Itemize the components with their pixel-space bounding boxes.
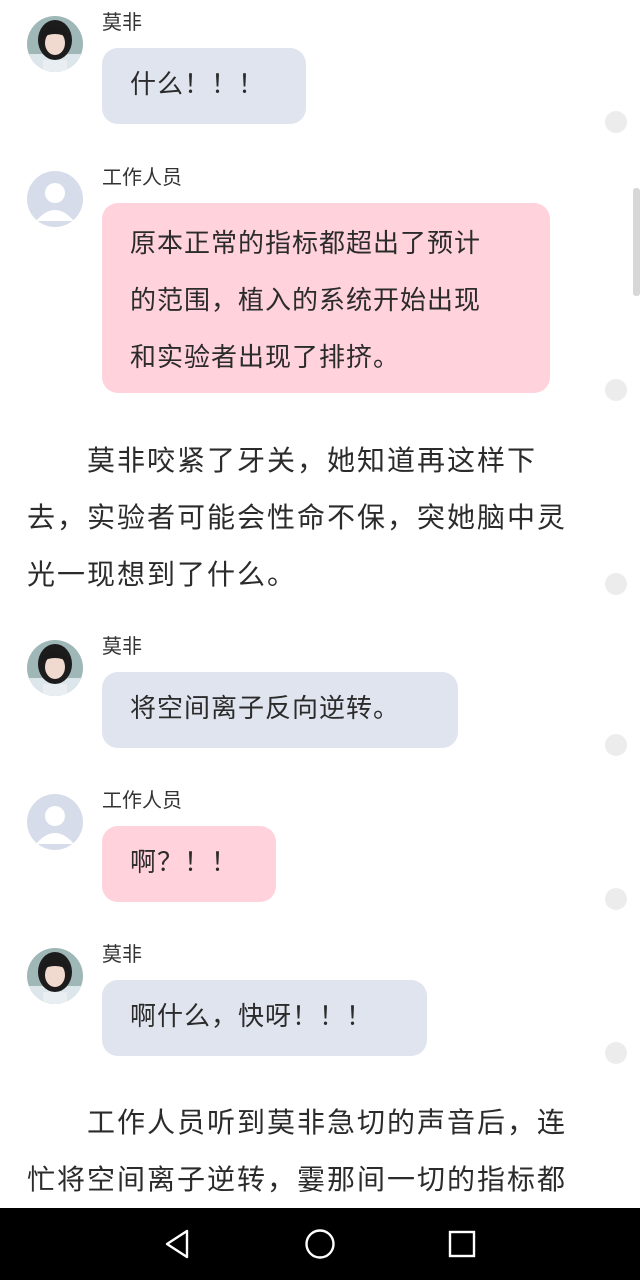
speaker-name: 工作人员	[102, 165, 182, 189]
speaker-name: 工作人员	[102, 788, 182, 812]
message-bubble[interactable]: 什么！！！	[102, 48, 306, 124]
back-triangle-icon	[165, 1229, 189, 1259]
avatar-mofei[interactable]	[27, 948, 83, 1004]
home-button[interactable]	[302, 1226, 338, 1262]
avatar-staff[interactable]	[27, 171, 83, 227]
system-nav-bar	[0, 1208, 640, 1280]
comment-dot[interactable]	[605, 573, 627, 595]
bubble-line: 和实验者出现了排挤。	[130, 343, 401, 373]
message-bubble[interactable]: 原本正常的指标都超出了预计 的范围，植入的系统开始出现 和实验者出现了排挤。	[102, 203, 550, 393]
bubble-line: 的范围，植入的系统开始出现	[130, 286, 482, 316]
comment-dot[interactable]	[605, 888, 627, 910]
back-button[interactable]	[160, 1226, 196, 1262]
chat-message: 莫非 什么！！！	[0, 0, 640, 130]
comment-dot[interactable]	[605, 379, 627, 401]
chat-message: 工作人员 啊？！！	[0, 778, 640, 908]
narration-line: 莫非咬紧了牙关，她知道再这样下	[87, 444, 538, 477]
message-bubble[interactable]: 将空间离子反向逆转。	[102, 672, 458, 748]
speaker-name: 莫非	[102, 10, 142, 34]
comment-dot[interactable]	[605, 734, 627, 756]
avatar-mofei[interactable]	[27, 640, 83, 696]
message-bubble[interactable]: 啊什么，快呀！！！	[102, 980, 427, 1056]
narration-line: 忙将空间离子逆转，霎那间一切的指标都	[27, 1163, 568, 1196]
narration-line: 光一现想到了什么。	[27, 558, 298, 591]
chat-story-view[interactable]: 莫非 什么！！！ 工作人员 原本正常的指标都超出了预计 的范围，植入的系统开始出…	[0, 0, 640, 1208]
message-bubble[interactable]: 啊？！！	[102, 826, 276, 902]
chat-message: 工作人员 原本正常的指标都超出了预计 的范围，植入的系统开始出现 和实验者出现了…	[0, 155, 640, 395]
chat-message: 莫非 啊什么，快呀！！！	[0, 932, 640, 1062]
recents-square-icon	[448, 1230, 476, 1258]
speaker-name: 莫非	[102, 634, 142, 658]
avatar-mofei[interactable]	[27, 16, 83, 72]
narration-line: 工作人员听到莫非急切的声音后，连	[87, 1106, 568, 1139]
home-circle-icon	[305, 1229, 335, 1259]
chat-message: 莫非 将空间离子反向逆转。	[0, 624, 640, 754]
bubble-line: 原本正常的指标都超出了预计	[130, 229, 482, 259]
narration-line: 去，实验者可能会性命不保，突她脑中灵	[27, 501, 568, 534]
speaker-name: 莫非	[102, 942, 142, 966]
comment-dot[interactable]	[605, 111, 627, 133]
recents-button[interactable]	[444, 1226, 480, 1262]
comment-dot[interactable]	[605, 1042, 627, 1064]
avatar-staff[interactable]	[27, 794, 83, 850]
narration-paragraph: 莫非咬紧了牙关，她知道再这样下 去，实验者可能会性命不保，突她脑中灵 光一现想到…	[27, 432, 587, 603]
narration-paragraph: 工作人员听到莫非急切的声音后，连 忙将空间离子逆转，霎那间一切的指标都	[27, 1094, 587, 1208]
scrollbar-thumb[interactable]	[633, 188, 640, 296]
